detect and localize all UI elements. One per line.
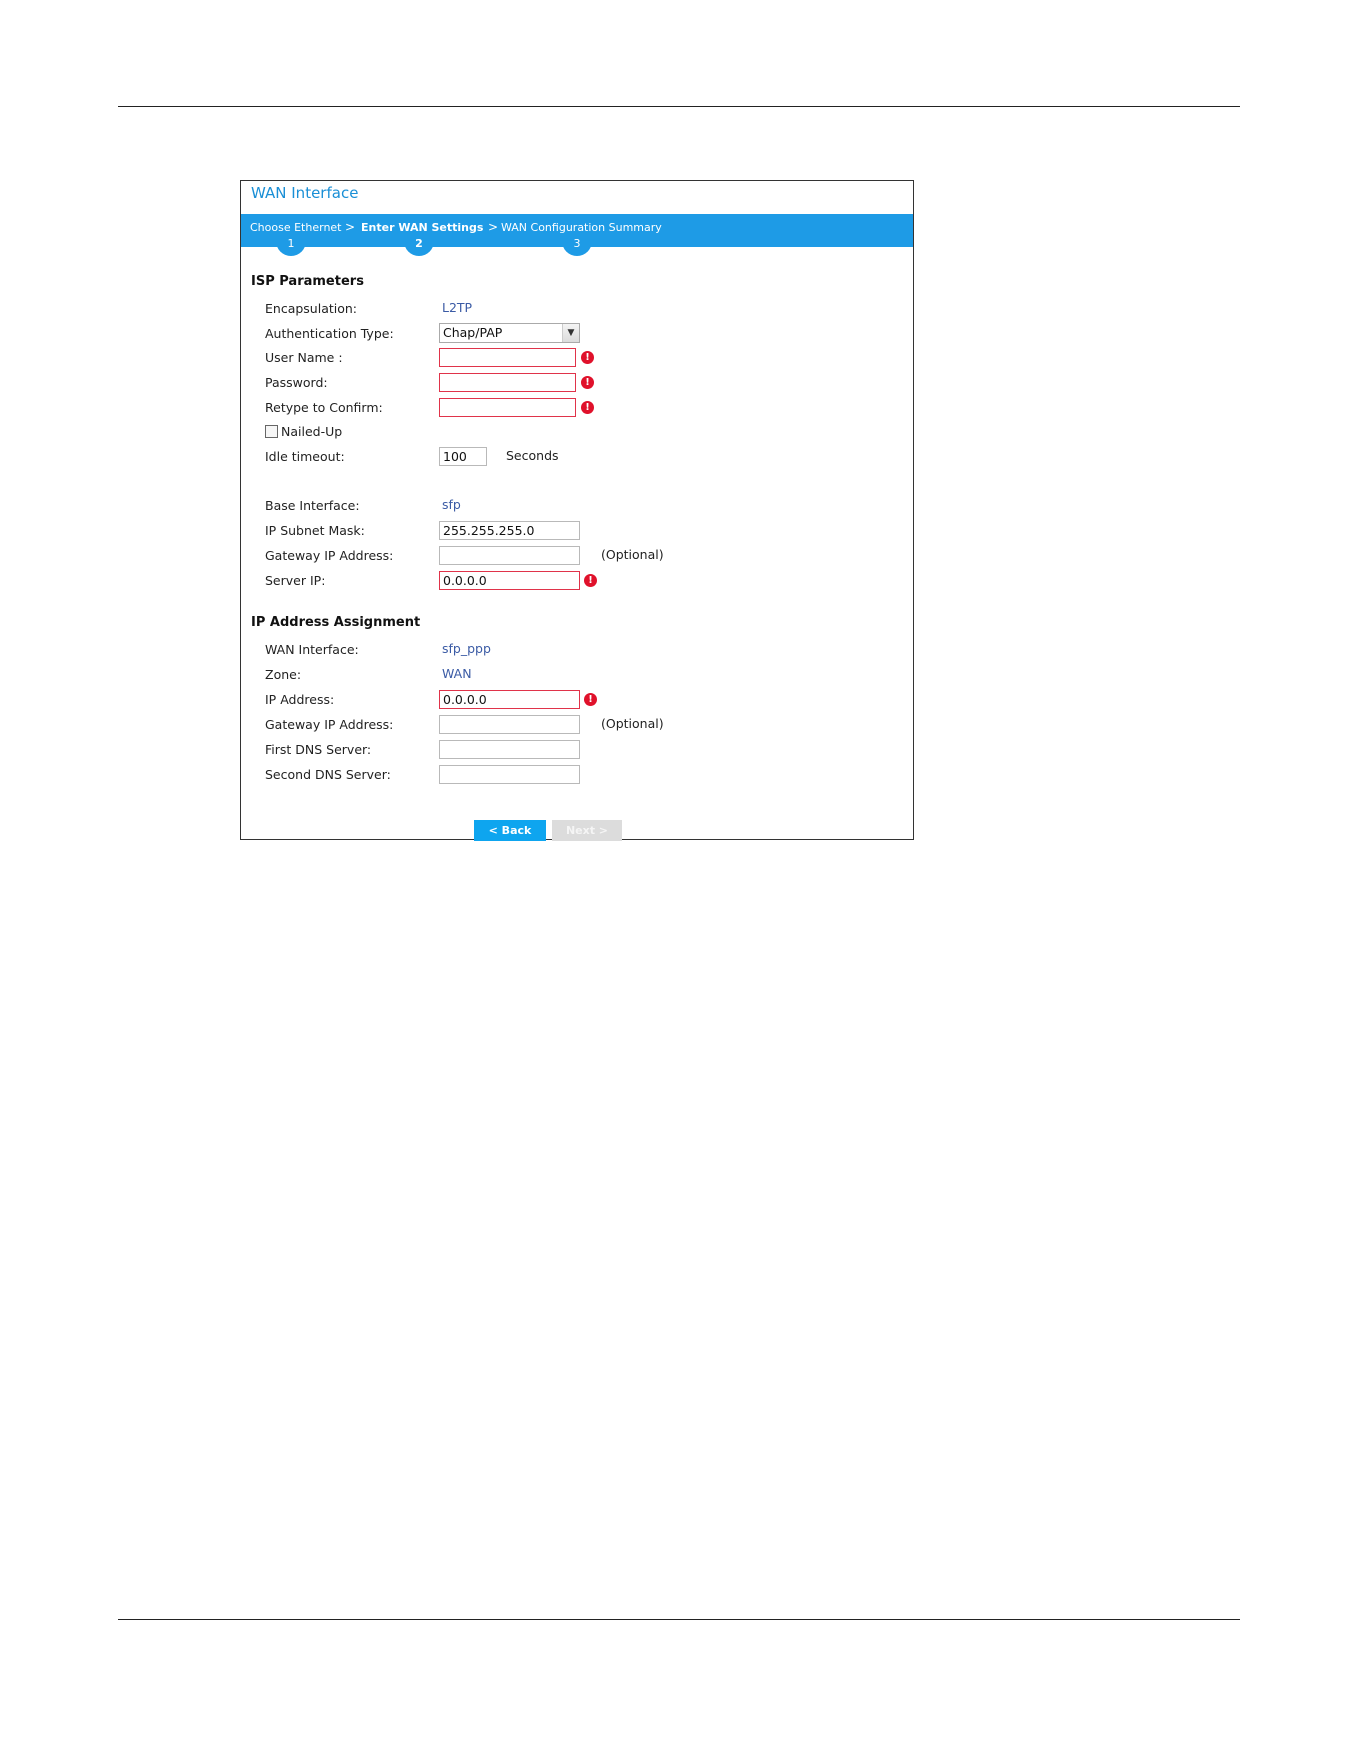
assign-gateway-ip-address-input[interactable] <box>439 715 580 734</box>
zone-label: Zone: <box>265 667 302 682</box>
second-dns-server-label: Second DNS Server: <box>265 767 391 782</box>
authentication-type-label: Authentication Type: <box>265 326 394 341</box>
error-icon: ! <box>584 693 597 706</box>
error-icon: ! <box>581 351 594 364</box>
wizard-step-wan-configuration-summary: WAN Configuration Summary <box>501 221 662 234</box>
retype-to-confirm-label: Retype to Confirm: <box>265 400 383 415</box>
step-number-1: 1 <box>276 236 306 256</box>
nailed-up-checkbox[interactable] <box>265 425 278 438</box>
nailed-up-label: Nailed-Up <box>281 424 343 439</box>
second-dns-server-input[interactable] <box>439 765 580 784</box>
panel-title: WAN Interface <box>251 184 359 202</box>
step-separator: > <box>488 220 499 234</box>
footer-rule <box>118 1619 1240 1620</box>
wizard-step-choose-ethernet: Choose Ethernet <box>250 221 342 234</box>
idle-timeout-label: Idle timeout: <box>265 449 345 464</box>
ip-subnet-mask-input[interactable]: 255.255.255.0 <box>439 521 580 540</box>
assign-gateway-ip-address-label: Gateway IP Address: <box>265 717 394 732</box>
error-icon: ! <box>581 376 594 389</box>
first-dns-server-label: First DNS Server: <box>265 742 372 757</box>
step-separator: > <box>345 220 356 234</box>
idle-timeout-unit: Seconds <box>506 448 559 463</box>
ip-address-input[interactable]: 0.0.0.0 <box>439 690 580 709</box>
retype-password-input[interactable] <box>439 398 576 417</box>
gateway-ip-address-label: Gateway IP Address: <box>265 548 394 563</box>
first-dns-server-input[interactable] <box>439 740 580 759</box>
encapsulation-label: Encapsulation: <box>265 301 358 316</box>
base-interface-value: sfp <box>442 497 461 512</box>
authentication-type-value: Chap/PAP <box>443 325 503 340</box>
server-ip-label: Server IP: <box>265 573 326 588</box>
gateway-ip-address-input[interactable] <box>439 546 580 565</box>
error-icon: ! <box>581 401 594 414</box>
server-ip-input[interactable]: 0.0.0.0 <box>439 571 580 590</box>
step-number-2: 2 <box>404 236 434 256</box>
header-rule <box>118 106 1240 107</box>
back-button[interactable]: < Back <box>474 820 546 841</box>
user-name-input[interactable] <box>439 348 576 367</box>
wizard-step-enter-wan-settings: Enter WAN Settings <box>361 221 484 234</box>
idle-timeout-input[interactable]: 100 <box>439 447 487 466</box>
authentication-type-select[interactable]: Chap/PAP ▼ <box>439 323 580 343</box>
password-input[interactable] <box>439 373 576 392</box>
isp-parameters-heading: ISP Parameters <box>251 274 364 289</box>
next-button[interactable]: Next > <box>552 820 622 841</box>
wizard-steps-bar: Choose Ethernet > Enter WAN Settings > W… <box>241 214 913 256</box>
wan-interface-panel: WAN Interface Choose Ethernet > Enter WA… <box>240 180 914 841</box>
user-name-label: User Name : <box>265 350 343 365</box>
ip-address-assignment-heading: IP Address Assignment <box>251 615 421 630</box>
encapsulation-value: L2TP <box>442 300 473 315</box>
ip-address-label: IP Address: <box>265 692 335 707</box>
wan-interface-value: sfp_ppp <box>442 641 491 656</box>
gateway-optional-note: (Optional) <box>601 547 664 562</box>
zone-value: WAN <box>442 666 472 681</box>
base-interface-label: Base Interface: <box>265 498 360 513</box>
chevron-down-icon[interactable]: ▼ <box>562 324 579 342</box>
wan-interface-label: WAN Interface: <box>265 642 359 657</box>
password-label: Password: <box>265 375 328 390</box>
step-number-3: 3 <box>562 236 592 256</box>
error-icon: ! <box>584 574 597 587</box>
ip-subnet-mask-label: IP Subnet Mask: <box>265 523 365 538</box>
assign-gateway-optional-note: (Optional) <box>601 716 664 731</box>
